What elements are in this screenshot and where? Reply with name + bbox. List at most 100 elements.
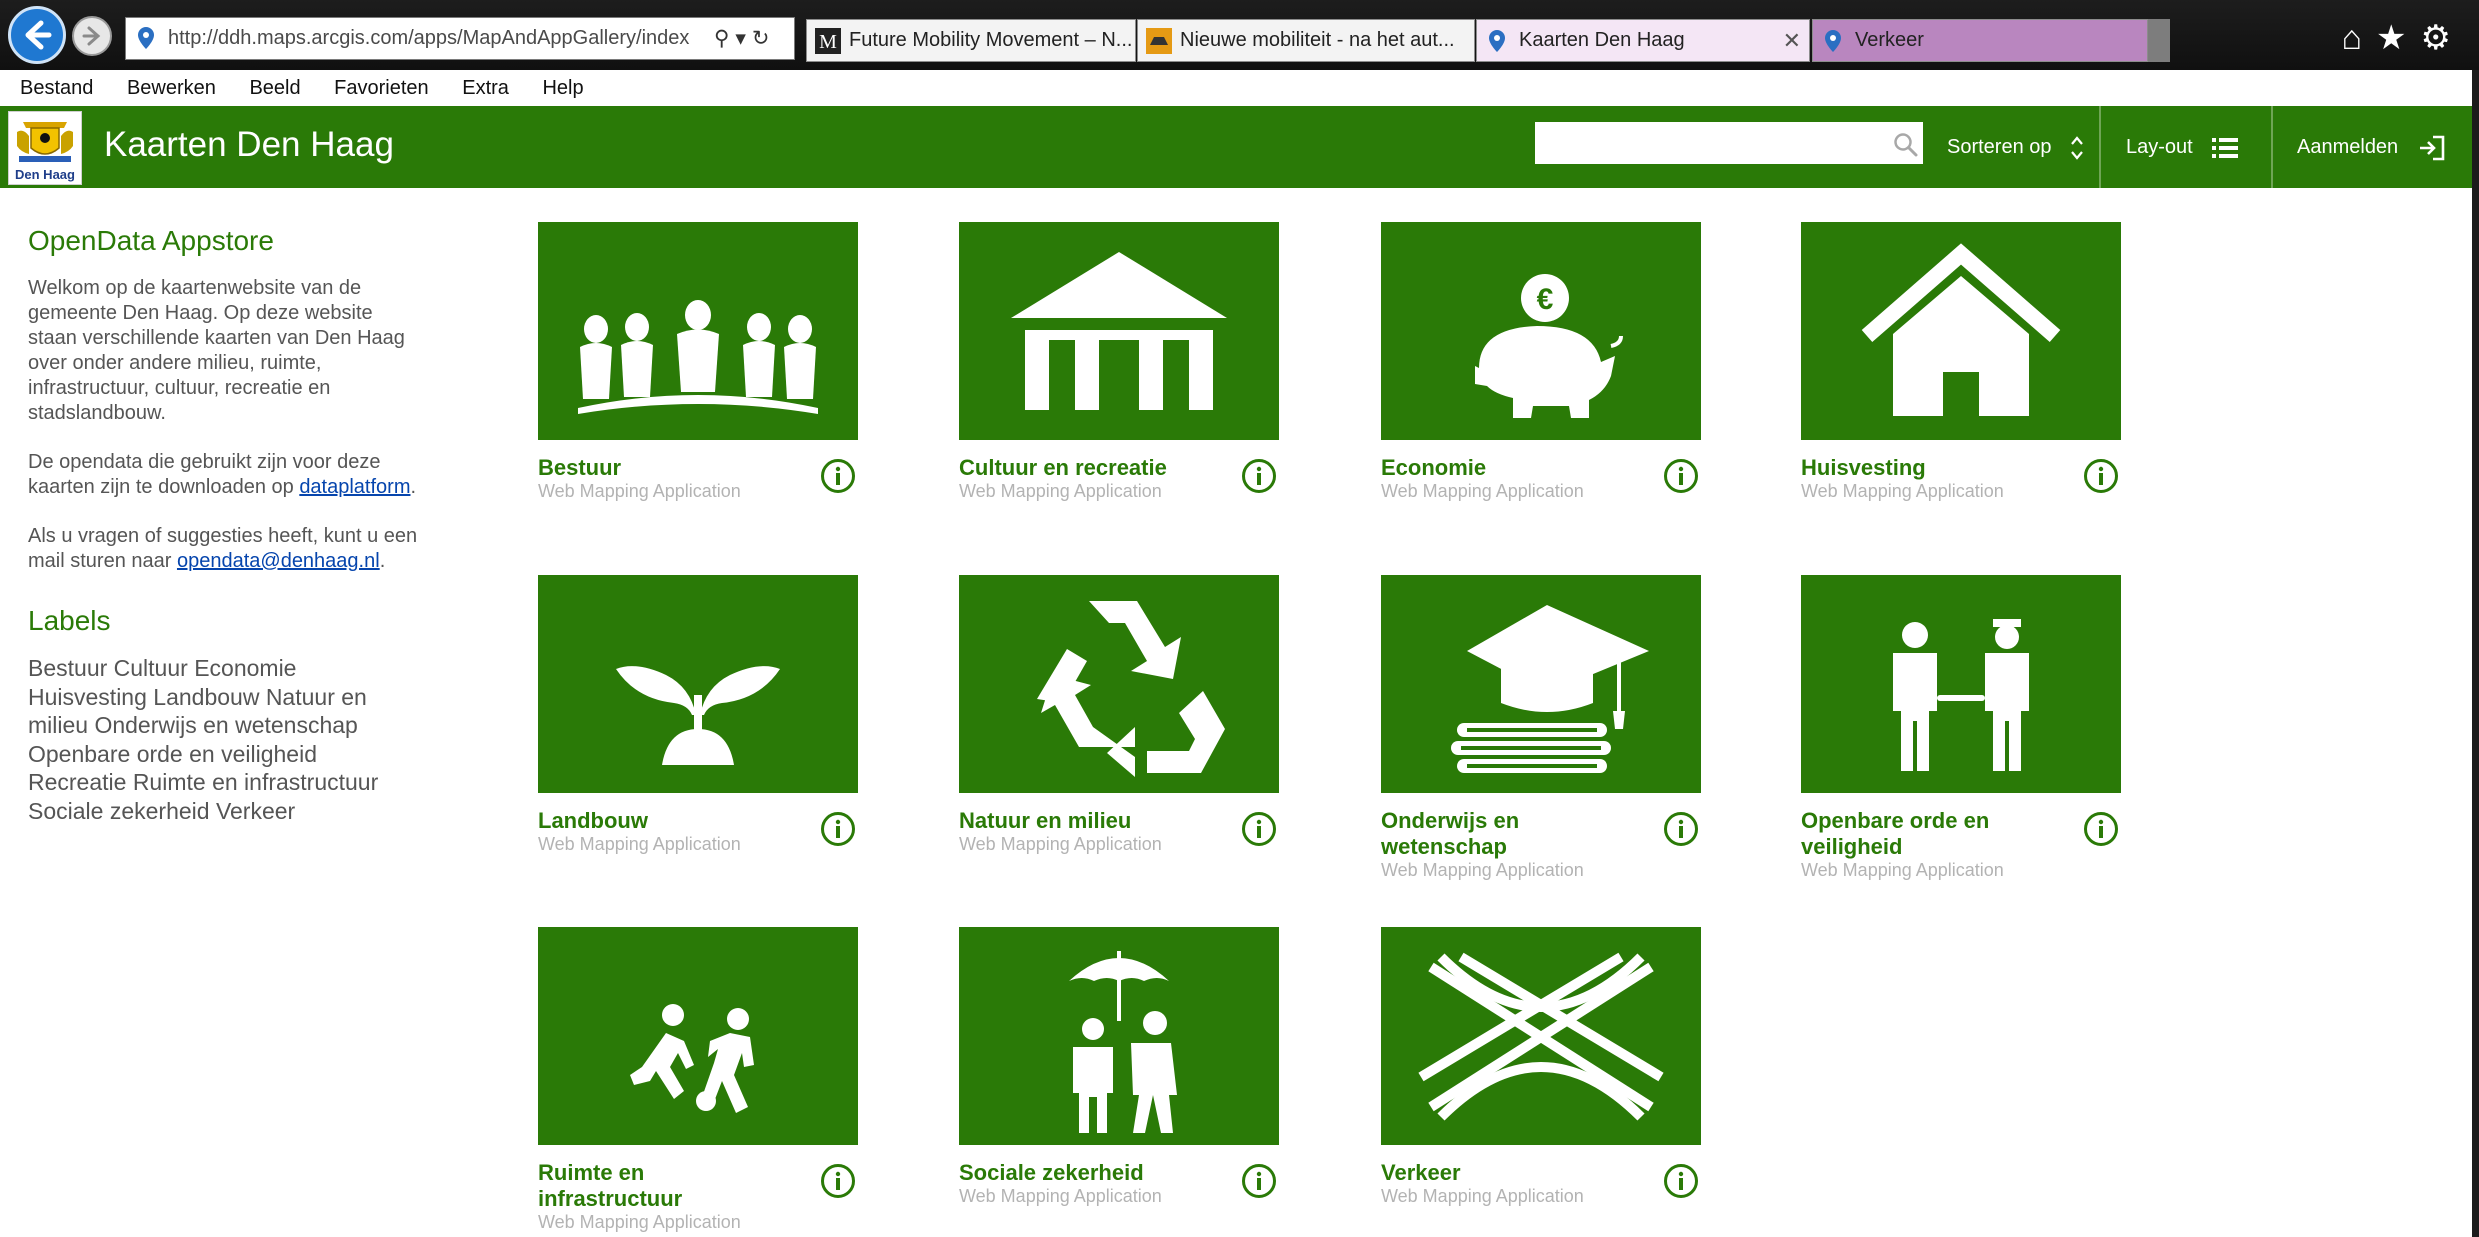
app-card-ruimte-en-infrastructuur[interactable]: Ruimte en infrastructuur Web Mapping App… <box>538 927 858 1232</box>
app-title[interactable]: Verkeer <box>1381 1160 1631 1186</box>
app-title[interactable]: Cultuur en recreatie <box>959 455 1209 481</box>
piggy-bank-icon: € <box>1475 274 1623 418</box>
sprout-icon <box>616 666 780 765</box>
url-text[interactable]: http://ddh.maps.arcgis.com/apps/MapAndAp… <box>168 18 708 59</box>
app-thumbnail[interactable] <box>959 927 1279 1145</box>
app-thumbnail[interactable] <box>1801 575 2121 793</box>
app-type: Web Mapping Application <box>1801 481 2004 501</box>
tab-nieuwe-mobiliteit[interactable]: Nieuwe mobiliteit - na het aut... <box>1137 19 1475 62</box>
address-bar[interactable]: http://ddh.maps.arcgis.com/apps/MapAndAp… <box>125 17 795 60</box>
tab-label: Future Mobility Movement – N... <box>849 29 1133 51</box>
menu-item-beeld[interactable]: Beeld <box>249 77 300 99</box>
app-card-bestuur[interactable]: Bestuur Web Mapping Application <box>538 222 858 501</box>
close-icon[interactable]: ✕ <box>1783 20 1801 61</box>
app-thumbnail[interactable]: € <box>1381 222 1701 440</box>
museum-icon <box>1011 252 1227 410</box>
app-title[interactable]: Bestuur <box>538 455 788 481</box>
signin-button[interactable]: Aanmelden <box>2297 106 2446 188</box>
home-icon[interactable]: ⌂ <box>2341 19 2376 57</box>
police-arrest-icon <box>1893 619 2029 771</box>
app-type: Web Mapping Application <box>959 834 1162 854</box>
contact-suffix: . <box>379 550 386 572</box>
contact-text: Als u vragen of suggesties heeft, kunt u… <box>28 524 418 574</box>
info-icon[interactable] <box>1663 458 1699 494</box>
recycle-icon <box>1037 601 1225 777</box>
back-button[interactable] <box>8 6 66 64</box>
tab-kaarten-den-haag[interactable]: Kaarten Den Haag ✕ <box>1476 19 1810 62</box>
app-card-verkeer[interactable]: Verkeer Web Mapping Application <box>1381 927 1701 1206</box>
browser-toolbar-icons[interactable]: ⌂★⚙ <box>2341 18 2465 58</box>
app-type: Web Mapping Application <box>959 481 1162 501</box>
info-icon[interactable] <box>820 811 856 847</box>
menu-bar: Bestand Bewerken Beeld Favorieten Extra … <box>0 70 2472 107</box>
search-icon[interactable] <box>1893 132 1919 163</box>
layout-button[interactable]: Lay-out <box>2126 106 2240 188</box>
page-content: Den Haag Kaarten Den Haag Sorteren op La… <box>0 106 2472 1237</box>
app-thumbnail[interactable] <box>959 222 1279 440</box>
info-icon[interactable] <box>1241 458 1277 494</box>
app-card-landbouw[interactable]: Landbouw Web Mapping Application <box>538 575 858 854</box>
menu-item-extra[interactable]: Extra <box>462 77 509 99</box>
app-card-onderwijs-en-wetenschap[interactable]: Onderwijs en wetenschap Web Mapping Appl… <box>1381 575 1701 880</box>
tab-verkeer[interactable]: Verkeer <box>1812 19 2148 62</box>
app-title[interactable]: Sociale zekerheid <box>959 1160 1209 1186</box>
council-people-icon <box>578 300 818 414</box>
info-icon[interactable] <box>820 1163 856 1199</box>
app-thumbnail[interactable] <box>1381 927 1701 1145</box>
menu-item-favorieten[interactable]: Favorieten <box>334 77 429 99</box>
gear-icon[interactable]: ⚙ <box>2421 19 2465 57</box>
den-haag-logo[interactable]: Den Haag <box>8 111 82 185</box>
app-card-cultuur-en-recreatie[interactable]: Cultuur en recreatie Web Mapping Applica… <box>959 222 1279 501</box>
email-link[interactable]: opendata@denhaag.nl <box>177 550 380 572</box>
search-input[interactable] <box>1535 122 1923 164</box>
app-type: Web Mapping Application <box>538 1212 741 1232</box>
info-icon[interactable] <box>820 458 856 494</box>
app-title[interactable]: Natuur en milieu <box>959 808 1209 834</box>
map-pin-icon <box>1821 28 1845 61</box>
info-icon[interactable] <box>1241 811 1277 847</box>
svg-text:M: M <box>819 31 837 53</box>
browser-chrome: http://ddh.maps.arcgis.com/apps/MapAndAp… <box>0 0 2479 70</box>
labels-list[interactable]: Bestuur Cultuur Economie Huisvesting Lan… <box>28 654 418 825</box>
app-card-sociale-zekerheid[interactable]: Sociale zekerheid Web Mapping Applicatio… <box>959 927 1279 1206</box>
app-card-huisvesting[interactable]: Huisvesting Web Mapping Application <box>1801 222 2121 501</box>
app-thumbnail[interactable] <box>959 575 1279 793</box>
app-thumbnail[interactable] <box>538 222 858 440</box>
tab-future-mobility[interactable]: M Future Mobility Movement – N... <box>806 19 1136 62</box>
info-icon[interactable] <box>1241 1163 1277 1199</box>
arrow-right-icon <box>82 26 101 46</box>
app-thumbnail[interactable] <box>1381 575 1701 793</box>
menu-item-bewerken[interactable]: Bewerken <box>127 77 216 99</box>
star-icon[interactable]: ★ <box>2376 19 2420 57</box>
coat-of-arms-icon <box>17 122 73 162</box>
app-title[interactable]: Openbare orde en veiligheid <box>1801 808 2051 860</box>
app-thumbnail[interactable] <box>538 575 858 793</box>
signin-label: Aanmelden <box>2297 136 2399 158</box>
app-type: Web Mapping Application <box>538 834 741 854</box>
app-thumbnail[interactable] <box>538 927 858 1145</box>
dataplatform-link[interactable]: dataplatform <box>299 476 410 498</box>
app-thumbnail[interactable] <box>1801 222 2121 440</box>
intro-text: Welkom op de kaartenwebsite van de gemee… <box>28 277 405 424</box>
header-divider <box>2271 106 2273 188</box>
menu-item-bestand[interactable]: Bestand <box>20 77 93 99</box>
app-card-economie[interactable]: € Economie Web Mapping Application <box>1381 222 1701 501</box>
info-icon[interactable] <box>2083 811 2119 847</box>
app-title[interactable]: Landbouw <box>538 808 788 834</box>
app-title[interactable]: Huisvesting <box>1801 455 2051 481</box>
info-icon[interactable] <box>1663 1163 1699 1199</box>
sort-button[interactable]: Sorteren op <box>1947 106 2085 188</box>
app-title[interactable]: Onderwijs en wetenschap <box>1381 808 1631 860</box>
app-title[interactable]: Ruimte en infrastructuur <box>538 1160 788 1212</box>
app-card-openbare-orde-en-veiligheid[interactable]: Openbare orde en veiligheid Web Mapping … <box>1801 575 2121 880</box>
app-title[interactable]: Economie <box>1381 455 1631 481</box>
opendata-text: De opendata die gebruikt zijn voor deze … <box>28 450 418 500</box>
menu-item-help[interactable]: Help <box>542 77 583 99</box>
football-players-icon <box>630 1004 754 1113</box>
info-icon[interactable] <box>1663 811 1699 847</box>
forward-button[interactable] <box>72 16 112 56</box>
address-tools[interactable]: ⚲▾↻ <box>714 18 776 59</box>
info-icon[interactable] <box>2083 458 2119 494</box>
new-tab-button[interactable] <box>2148 19 2170 62</box>
app-card-natuur-en-milieu[interactable]: Natuur en milieu Web Mapping Application <box>959 575 1279 854</box>
